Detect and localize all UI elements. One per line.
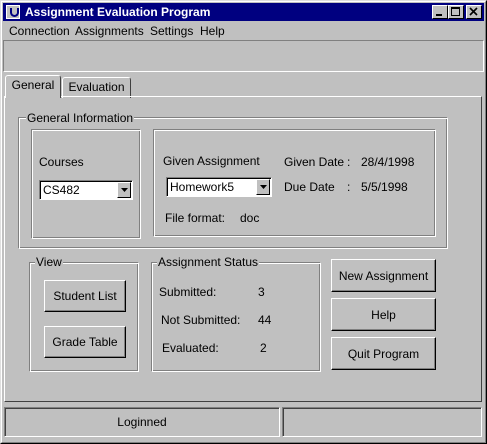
evaluated-count: 2 [260, 341, 267, 355]
courses-label: Courses [39, 155, 84, 169]
window-title: Assignment Evaluation Program [25, 5, 211, 19]
grade-table-button[interactable]: Grade Table [44, 326, 126, 358]
maximize-icon [451, 7, 460, 16]
status-secondary [282, 407, 482, 437]
student-list-button[interactable]: Student List [44, 280, 126, 312]
file-format-label: File format: [165, 211, 226, 225]
view-legend: View [35, 255, 63, 269]
status-message: Loginned [4, 407, 280, 437]
menu-help[interactable]: Help [200, 24, 225, 38]
given-assignment-label: Given Assignment [163, 154, 260, 168]
submitted-count: 3 [258, 285, 265, 299]
submitted-label: Submitted: [159, 285, 217, 299]
given-date-separator: : [347, 155, 351, 169]
tab-evaluation[interactable]: Evaluation [62, 77, 131, 98]
due-date-separator: : [347, 180, 351, 194]
courses-dropdown-button[interactable] [117, 182, 131, 198]
help-button[interactable]: Help [331, 298, 436, 331]
toolbar-area [3, 40, 484, 72]
not-submitted-label: Not Submitted: [161, 313, 241, 327]
given-date-value: 28/4/1998 [361, 155, 415, 169]
tab-general[interactable]: General [5, 75, 61, 98]
courses-select[interactable]: CS482 [39, 180, 133, 200]
new-assignment-button[interactable]: New Assignment [331, 259, 436, 292]
maximize-button[interactable] [448, 5, 464, 19]
file-format-value: doc [240, 211, 260, 225]
not-submitted-count: 44 [258, 313, 272, 327]
assignment-selected-value: Homework5 [170, 180, 235, 194]
close-button[interactable] [466, 5, 482, 19]
evaluated-label: Evaluated: [162, 341, 219, 355]
assignment-dropdown-button[interactable] [256, 179, 270, 195]
menu-bar: Connection Assignments Settings Help [3, 21, 484, 40]
assignment-status-legend: Assignment Status [157, 255, 260, 269]
chevron-down-icon [260, 185, 267, 189]
courses-selected-value: CS482 [43, 183, 80, 197]
close-icon [469, 7, 478, 16]
chevron-down-icon [121, 188, 128, 192]
assignment-select[interactable]: Homework5 [166, 177, 272, 197]
due-date-label: Due Date [284, 180, 335, 194]
title-bar[interactable]: Assignment Evaluation Program [3, 3, 484, 21]
quit-program-button[interactable]: Quit Program [331, 337, 436, 370]
due-date-value: 5/5/1998 [361, 180, 408, 194]
menu-settings[interactable]: Settings [150, 24, 193, 38]
general-information-legend: General Information [26, 111, 135, 125]
minimize-button[interactable] [432, 5, 448, 19]
java-cup-icon [6, 5, 20, 19]
menu-connection[interactable]: Connection [9, 24, 70, 38]
given-date-label: Given Date [284, 155, 345, 169]
minimize-icon [436, 14, 442, 16]
menu-assignments[interactable]: Assignments [75, 24, 144, 38]
